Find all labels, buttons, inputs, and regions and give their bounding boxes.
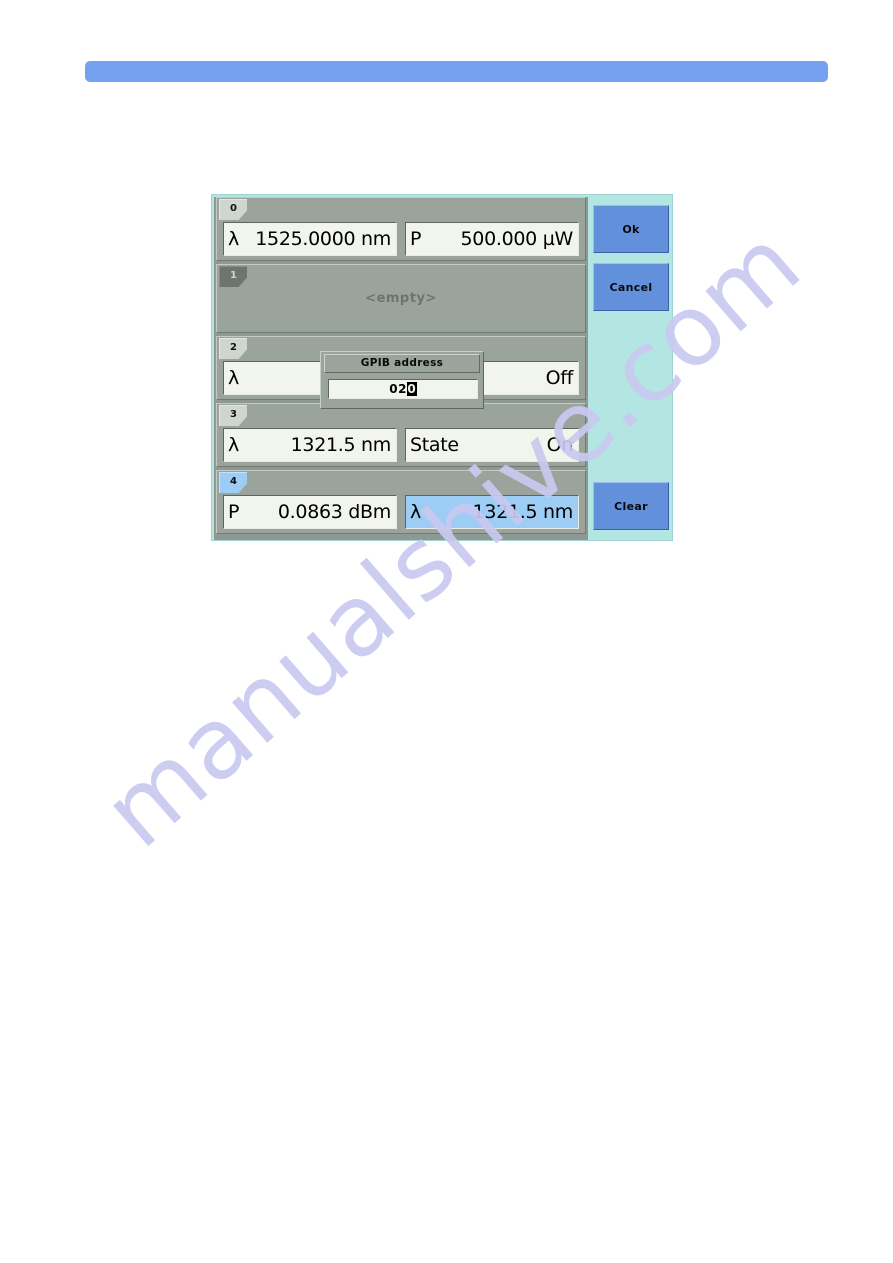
clear-button[interactable]: Clear — [593, 482, 669, 530]
entry-list: 0 λ 1525.0000 nm P 500.000 µW 1 <empty> … — [214, 197, 588, 540]
row-index-badge: 2 — [219, 338, 247, 359]
field-value: 1525.0000 nm — [255, 228, 391, 250]
ok-button[interactable]: Ok — [593, 205, 669, 253]
value-field-wavelength[interactable]: λ 1525.0000 nm — [223, 222, 397, 256]
row-fields: λ 1525.0000 nm P 500.000 µW — [217, 222, 585, 256]
table-row[interactable]: 3 λ 1321.5 nm State On — [216, 403, 586, 467]
field-label: P — [410, 228, 422, 250]
value-field-power[interactable]: P 0.0863 dBm — [223, 495, 397, 529]
gpib-address-dialog: GPIB address 02 0 — [320, 351, 484, 409]
field-value: 0.0863 dBm — [277, 501, 391, 523]
field-label: λ — [228, 434, 239, 456]
table-row[interactable]: 0 λ 1525.0000 nm P 500.000 µW — [216, 197, 586, 261]
field-label: P — [228, 501, 240, 523]
table-row[interactable]: 4 P 0.0863 dBm λ 1321.5 nm — [216, 470, 586, 534]
field-value: Off — [545, 367, 574, 389]
input-cursor-char: 0 — [406, 382, 417, 396]
value-field-wavelength[interactable]: λ 1321.5 nm — [223, 428, 397, 462]
field-label: λ — [228, 228, 239, 250]
value-field-state[interactable]: State On — [405, 428, 579, 462]
row-index-badge: 0 — [219, 199, 247, 220]
cancel-button[interactable]: Cancel — [593, 263, 669, 311]
field-value: 500.000 µW — [460, 228, 574, 250]
row-index-badge: 3 — [219, 405, 247, 426]
row-fields: λ 1321.5 nm State On — [217, 428, 585, 462]
field-value: 1321.5 nm — [290, 434, 392, 456]
value-field-power[interactable]: P 500.000 µW — [405, 222, 579, 256]
empty-slot-label: <empty> — [365, 291, 437, 306]
page-header-banner — [85, 61, 828, 82]
gpib-address-input[interactable]: 02 0 — [328, 379, 478, 399]
watermark: manualshive.com — [83, 206, 880, 980]
field-value: On — [546, 434, 574, 456]
row-fields: P 0.0863 dBm λ 1321.5 nm — [217, 495, 585, 529]
dialog-title: GPIB address — [324, 354, 480, 373]
table-row[interactable]: 1 <empty> — [216, 264, 586, 333]
field-label: λ — [228, 367, 239, 389]
softkey-panel: Ok Cancel Clear — [589, 197, 672, 540]
row-index-badge: 4 — [219, 472, 247, 493]
field-label: State — [410, 434, 459, 456]
field-label: λ — [410, 501, 421, 523]
instrument-screen: 0 λ 1525.0000 nm P 500.000 µW 1 <empty> … — [211, 194, 673, 541]
value-field-wavelength-selected[interactable]: λ 1321.5 nm — [405, 495, 579, 529]
input-value-prefix: 02 — [389, 382, 407, 396]
field-value: 1321.5 nm — [472, 501, 574, 523]
